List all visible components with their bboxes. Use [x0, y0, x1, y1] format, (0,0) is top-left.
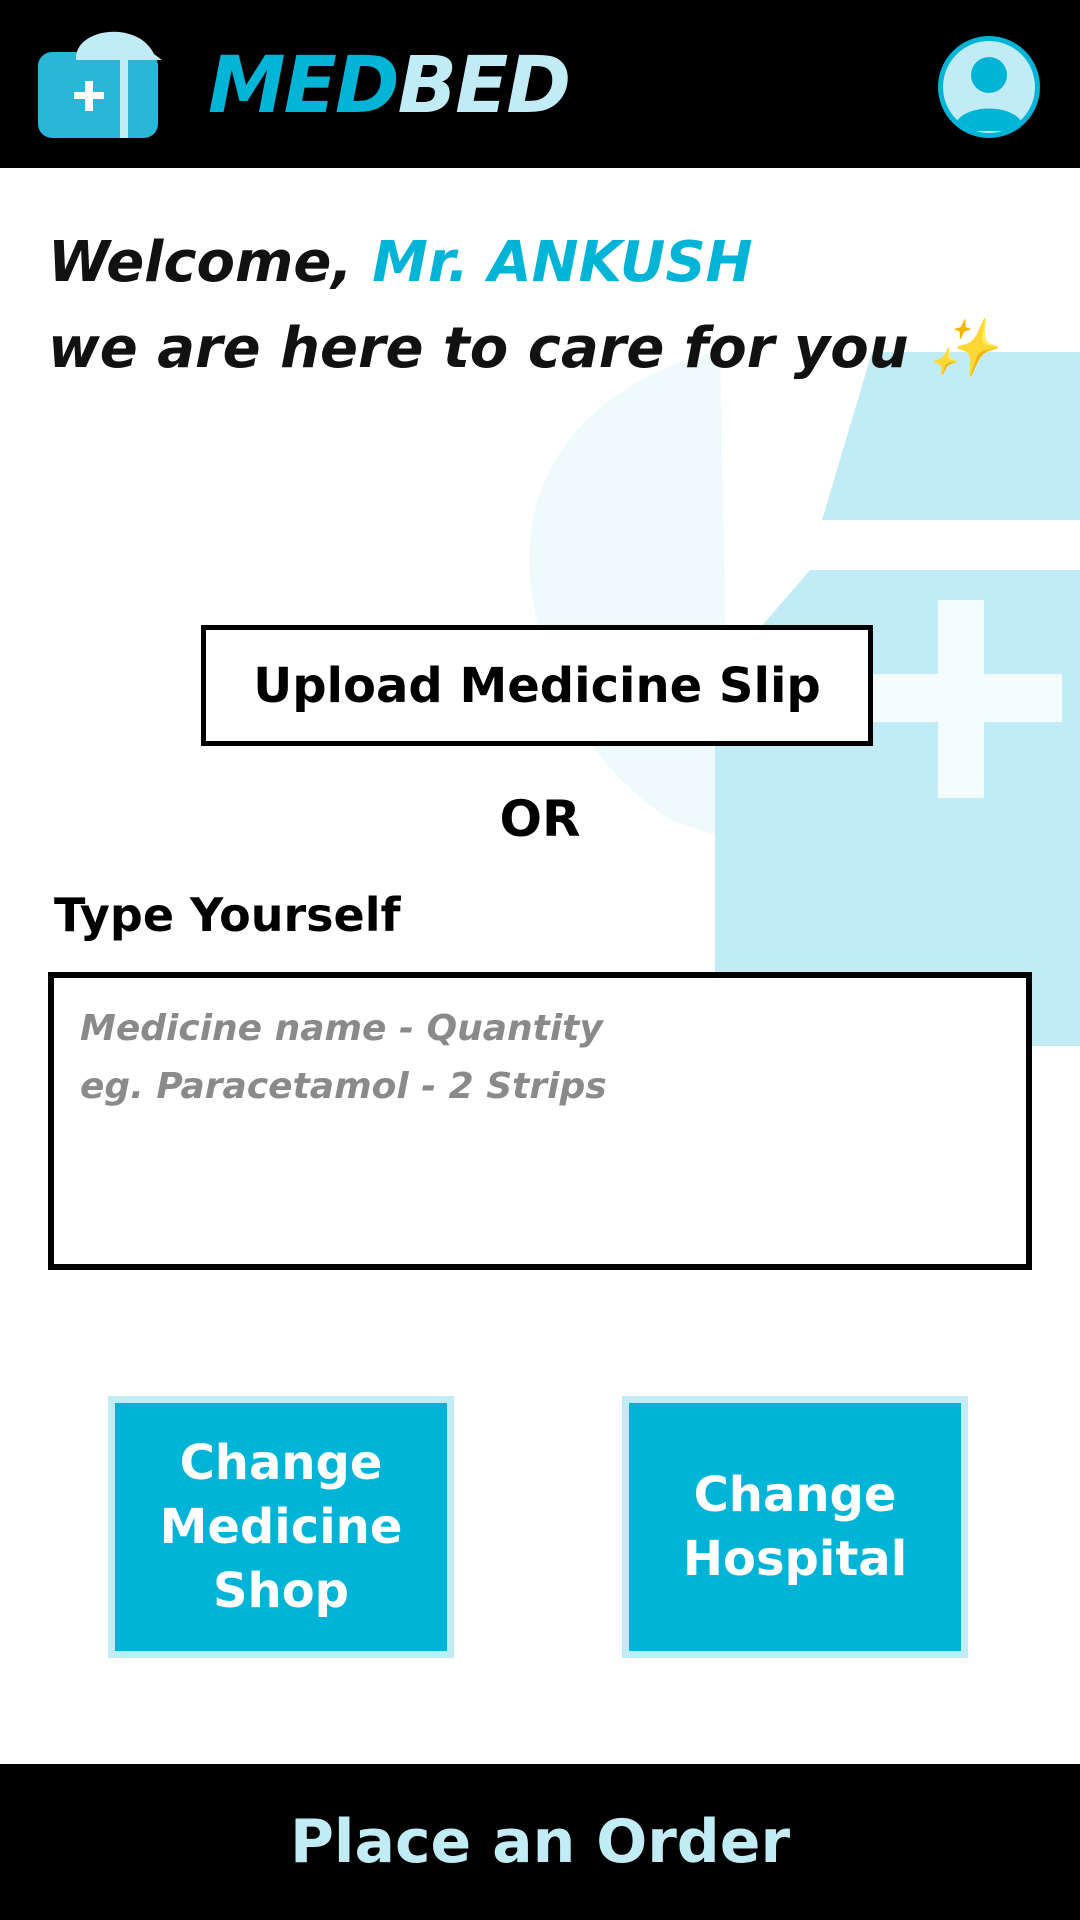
welcome-message: Welcome, Mr. ANKUSH we are here to care …	[48, 220, 1038, 392]
welcome-line-1: Welcome, Mr. ANKUSH	[48, 220, 1038, 306]
type-yourself-label: Type Yourself	[54, 888, 401, 942]
user-avatar-icon	[953, 57, 1025, 131]
medical-bed-cross-icon	[38, 31, 162, 138]
welcome-line-2: we are here to care for you ✨	[48, 306, 1038, 392]
brand-bed: BED	[397, 41, 571, 131]
change-hospital-label: Change Hospital	[682, 1467, 908, 1587]
brand-logo-text: MEDBED	[208, 38, 571, 134]
greeting-text: Welcome,	[48, 230, 373, 295]
upload-medicine-slip-button[interactable]: Upload Medicine Slip	[201, 625, 873, 746]
sparkle-icon: ✨	[928, 316, 998, 381]
place-order-label: Place an Order	[289, 1807, 791, 1877]
place-order-button[interactable]: Place an Order	[0, 1764, 1080, 1920]
medicine-input-field[interactable]	[48, 972, 1032, 1270]
tagline-text: we are here to care for you	[48, 316, 929, 381]
change-shop-label: Change Medicine Shop	[159, 1435, 403, 1619]
profile-avatar-button[interactable]	[938, 36, 1040, 138]
app-header: MEDBED	[0, 0, 1080, 168]
user-name: Mr. ANKUSH	[372, 230, 753, 295]
change-hospital-button[interactable]: Change Hospital	[622, 1396, 968, 1658]
brand-med: MED	[208, 41, 400, 131]
or-divider-label: OR	[499, 790, 581, 848]
upload-button-label: Upload Medicine Slip	[253, 657, 821, 714]
change-medicine-shop-button[interactable]: Change Medicine Shop	[108, 1396, 454, 1658]
